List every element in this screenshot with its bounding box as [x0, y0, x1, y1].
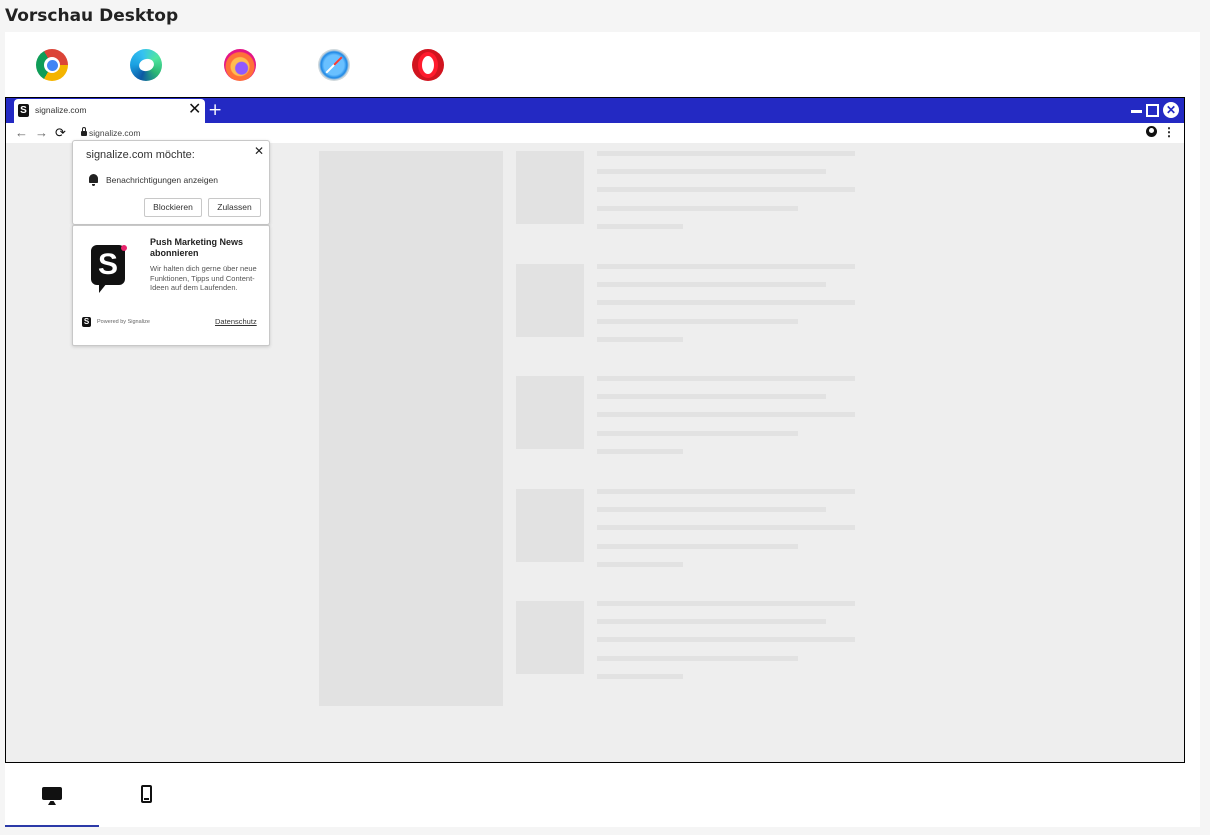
minimize-icon[interactable] [1131, 109, 1142, 113]
back-arrow-icon[interactable]: ← [15, 124, 28, 142]
skeleton-line [597, 449, 683, 454]
browser-tab[interactable]: S signalize.com ✕ [14, 99, 205, 123]
edge-icon [130, 49, 162, 81]
tab-mobile[interactable] [99, 766, 193, 825]
new-tab-icon[interactable]: + [208, 98, 222, 122]
skeleton-image [516, 601, 584, 674]
mobile-icon [140, 784, 152, 803]
skeleton-line [597, 619, 826, 624]
signalize-favicon-icon: S [18, 104, 29, 117]
skeleton-line [597, 431, 798, 436]
skeleton-line [597, 674, 683, 679]
permission-close-icon[interactable]: ✕ [254, 144, 264, 158]
skeleton-line [597, 282, 826, 287]
tab-edge[interactable] [99, 32, 193, 98]
safari-icon [318, 49, 350, 81]
firefox-icon [224, 49, 256, 81]
opera-icon [412, 49, 444, 81]
skeleton-line [597, 264, 855, 269]
tab-firefox[interactable] [193, 32, 287, 98]
skeleton-line [597, 637, 855, 642]
skeleton-line [597, 206, 798, 211]
skeleton-line [597, 412, 855, 417]
page-title: Vorschau Desktop [5, 6, 179, 26]
maximize-icon[interactable] [1146, 103, 1159, 117]
block-button[interactable]: Blockieren [144, 198, 202, 217]
forward-arrow-icon[interactable]: → [35, 124, 48, 142]
browser-tabs [5, 32, 505, 100]
skeleton-line [597, 224, 683, 229]
powered-by-text: Powered by Signalize [97, 319, 150, 325]
allow-button[interactable]: Zulassen [208, 198, 261, 217]
device-tabs [5, 766, 205, 827]
tab-opera[interactable] [381, 32, 475, 98]
skeleton-line [597, 151, 855, 156]
skeleton-line [597, 544, 798, 549]
privacy-link[interactable]: Datenschutz [215, 317, 257, 326]
skeleton-line [597, 601, 855, 606]
skeleton-image [516, 151, 584, 224]
window-controls: ✕ [1131, 101, 1179, 119]
signalize-logo-icon: S [91, 245, 125, 293]
tab-chrome[interactable] [5, 32, 99, 100]
lock-icon [81, 127, 87, 136]
skeleton-line [597, 489, 855, 494]
browser-window-preview: S signalize.com ✕ + ✕ ← → ⟳ signalize.co… [5, 97, 1185, 763]
skeleton-sidebar [319, 151, 503, 706]
skeleton-line [597, 300, 855, 305]
skeleton-line [597, 187, 855, 192]
skeleton-line [597, 337, 683, 342]
tab-desktop[interactable] [5, 766, 99, 827]
signup-title: Push Marketing News abonnieren [150, 237, 244, 258]
skeleton-line [597, 376, 855, 381]
address-bar[interactable]: signalize.com [76, 125, 963, 141]
skeleton-line [597, 656, 798, 661]
tab-close-icon[interactable]: ✕ [188, 100, 201, 120]
skeleton-line [597, 562, 683, 567]
bell-icon [89, 174, 98, 186]
reload-icon[interactable]: ⟳ [55, 124, 66, 142]
skeleton-line [597, 525, 855, 530]
skeleton-image [516, 264, 584, 337]
skeleton-line [597, 319, 798, 324]
skeleton-image [516, 376, 584, 449]
address-url: signalize.com [89, 128, 141, 138]
chrome-icon [36, 49, 68, 81]
browser-titlebar: S signalize.com ✕ + ✕ [6, 98, 1184, 123]
permission-prompt: signalize.com möchte: ✕ Benachrichtigung… [72, 140, 270, 225]
desktop-icon [42, 787, 62, 800]
window-close-icon[interactable]: ✕ [1163, 102, 1179, 118]
skeleton-line [597, 394, 826, 399]
skeleton-line [597, 169, 826, 174]
signalize-small-logo-icon: S [82, 317, 91, 327]
permission-title: signalize.com möchte: [86, 149, 195, 161]
profile-icon[interactable] [1146, 126, 1157, 137]
signup-text: Wir halten dich gerne über neue Funktion… [150, 264, 257, 292]
signup-card: S Push Marketing News abonnieren Wir hal… [72, 225, 270, 346]
more-menu-icon[interactable]: ⋮ [1163, 124, 1175, 140]
skeleton-line [597, 507, 826, 512]
skeleton-image [516, 489, 584, 562]
tab-safari[interactable] [287, 32, 381, 98]
permission-text: Benachrichtigungen anzeigen [106, 175, 219, 185]
logo-accent-dot [121, 245, 127, 251]
browser-tab-title: signalize.com [35, 105, 87, 115]
preview-panel: S signalize.com ✕ + ✕ ← → ⟳ signalize.co… [5, 32, 1200, 827]
